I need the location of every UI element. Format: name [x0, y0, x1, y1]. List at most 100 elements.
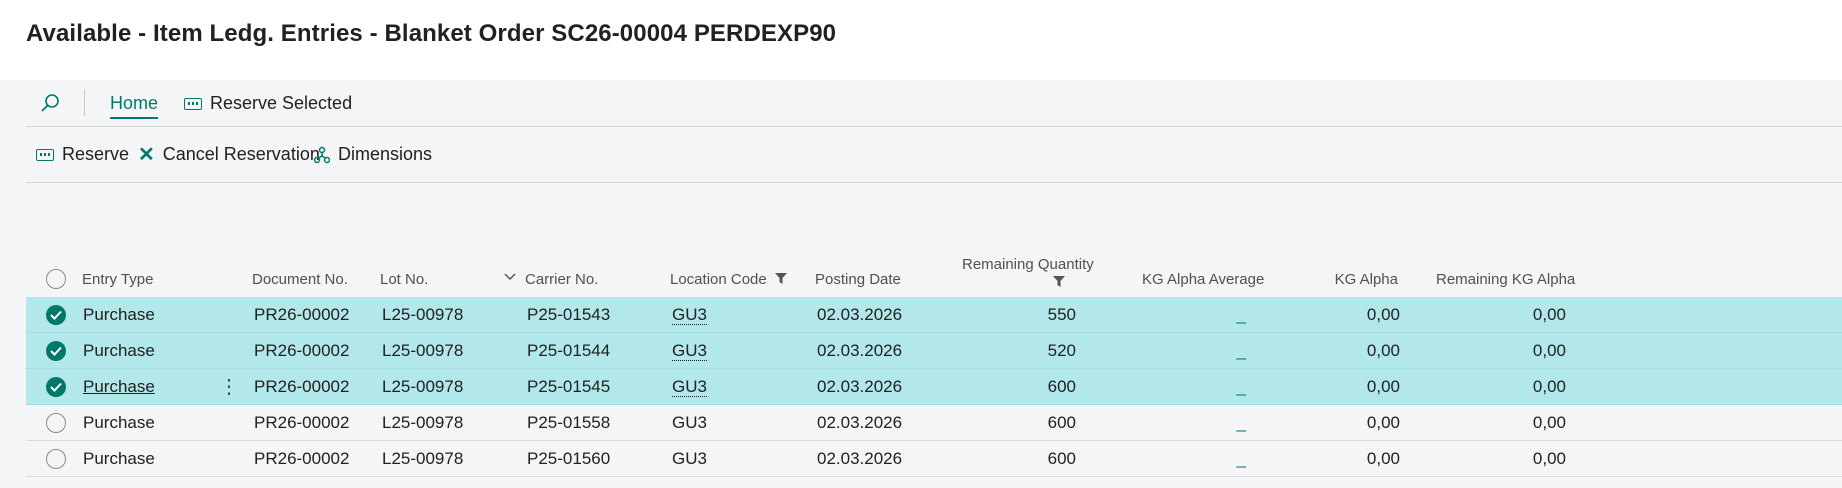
reserve-button[interactable]: Reserve: [36, 144, 129, 165]
lot-no-value: L25-00978: [382, 449, 464, 468]
column-header-carrier-no[interactable]: Carrier No.: [525, 271, 598, 288]
column-header-lot-no[interactable]: Lot No.: [380, 271, 428, 288]
content-area: Home Reserve Selected Reserve ✕ Cancel R…: [0, 80, 1842, 488]
document-no-cell: PR26-00002: [254, 305, 349, 325]
reserve-icon: [184, 97, 202, 110]
search-button[interactable]: [36, 90, 64, 118]
column-header-remaining-quantity[interactable]: Remaining Quantity: [962, 256, 1094, 292]
remaining-quantity-value: 600: [1047, 413, 1076, 432]
posting-date-value: 02.03.2026: [817, 377, 903, 396]
column-header-remaining-kg-alpha[interactable]: Remaining KG Alpha: [1436, 271, 1575, 288]
row-select-checkbox[interactable]: [46, 305, 66, 325]
row-menu-icon[interactable]: ⋮: [219, 374, 239, 399]
remaining-quantity-value: 600: [1047, 377, 1076, 396]
entry-type-cell: Purchase: [83, 341, 155, 361]
location-code-value: GU3: [672, 377, 707, 397]
location-code-value: GU3: [672, 449, 707, 468]
kg-alpha-value: 0,00: [1366, 341, 1400, 360]
kg-alpha-cell: 0,00: [1326, 449, 1400, 469]
row-select-checkbox[interactable]: [46, 377, 66, 397]
filter-icon: [774, 273, 787, 284]
remaining-quantity-cell: 600: [976, 449, 1076, 469]
page-title: Available - Item Ledg. Entries - Blanket…: [26, 20, 837, 47]
carrier-no-cell: P25-01543: [527, 305, 610, 325]
posting-date-cell: 02.03.2026: [817, 341, 902, 361]
remaining-quantity-value: 550: [1047, 305, 1076, 324]
location-code-value: GU3: [672, 305, 707, 325]
select-all-checkbox[interactable]: [46, 269, 66, 289]
remaining-quantity-cell: 550: [976, 305, 1076, 325]
location-code-cell[interactable]: GU3: [672, 377, 707, 397]
remaining-kg-alpha-value: 0,00: [1532, 413, 1566, 432]
kg-alpha-average-cell[interactable]: _: [1176, 377, 1246, 397]
chevron-down-icon[interactable]: [504, 269, 516, 285]
check-icon: [50, 382, 62, 392]
kg-alpha-average-value: _: [1236, 341, 1246, 360]
kg-alpha-value: 0,00: [1366, 377, 1400, 396]
column-header-entry-type[interactable]: Entry Type: [82, 271, 153, 288]
table-row[interactable]: Purchase PR26-00002 L25-00978 P25-01560 GU3 0…: [26, 441, 1842, 477]
remaining-kg-alpha-value: 0,00: [1532, 449, 1566, 468]
carrier-no-value: P25-01543: [527, 305, 611, 324]
table-row[interactable]: Purchase ⋮ PR26-00002 L25-00978 P25-01545 GU3…: [26, 369, 1842, 405]
posting-date-value: 02.03.2026: [817, 449, 903, 468]
remaining-kg-alpha-cell: 0,00: [1466, 377, 1566, 397]
document-no-cell: PR26-00002: [254, 413, 349, 433]
lot-no-cell: L25-00978: [382, 449, 463, 469]
kg-alpha-value: 0,00: [1366, 305, 1400, 324]
carrier-no-value: P25-01560: [527, 449, 611, 468]
nav-bar: Home Reserve Selected: [26, 80, 1842, 127]
lot-no-value: L25-00978: [382, 341, 464, 360]
column-header-location-code[interactable]: Location Code: [670, 271, 788, 288]
reserve-selected-button[interactable]: Reserve Selected: [184, 93, 352, 114]
column-header-document-no[interactable]: Document No.: [252, 271, 348, 288]
remaining-kg-alpha-cell: 0,00: [1466, 449, 1566, 469]
document-no-value: PR26-00002: [254, 377, 350, 396]
tab-home[interactable]: Home: [110, 93, 159, 119]
location-code-cell[interactable]: GU3: [672, 341, 707, 361]
table-row[interactable]: Purchase PR26-00002 L25-00978 P25-01543 GU3 0…: [26, 297, 1842, 333]
kg-alpha-value: 0,00: [1366, 449, 1400, 468]
table-row[interactable]: Purchase PR26-00002 L25-00978 P25-01558 GU3 0…: [26, 405, 1842, 441]
entry-type-cell: Purchase: [83, 305, 155, 325]
tab-home-underline: [110, 117, 159, 119]
kg-alpha-average-cell[interactable]: _: [1176, 341, 1246, 361]
location-code-value: GU3: [672, 413, 707, 432]
entry-type-value: Purchase: [83, 449, 155, 468]
location-code-label: Location Code: [670, 271, 767, 288]
carrier-no-value: P25-01545: [527, 377, 611, 396]
column-header-kg-alpha[interactable]: KG Alpha: [1326, 271, 1398, 288]
location-code-cell[interactable]: GU3: [672, 305, 707, 325]
column-header-kg-alpha-average[interactable]: KG Alpha Average: [1142, 271, 1264, 288]
remaining-kg-alpha-value: 0,00: [1532, 377, 1566, 396]
remaining-kg-alpha-value: 0,00: [1532, 341, 1566, 360]
kg-alpha-cell: 0,00: [1326, 341, 1400, 361]
kg-alpha-average-cell[interactable]: _: [1176, 305, 1246, 325]
search-icon: [41, 94, 59, 112]
kg-alpha-average-cell[interactable]: _: [1176, 413, 1246, 433]
row-select-checkbox[interactable]: [46, 449, 66, 469]
table-row[interactable]: Purchase PR26-00002 L25-00978 P25-01544 GU3 0…: [26, 333, 1842, 369]
kg-alpha-average-cell[interactable]: _: [1176, 449, 1246, 469]
cancel-reservation-button[interactable]: ✕ Cancel Reservation: [138, 144, 320, 165]
carrier-no-cell: P25-01545: [527, 377, 610, 397]
column-header-posting-date[interactable]: Posting Date: [815, 271, 901, 288]
row-select-checkbox[interactable]: [46, 413, 66, 433]
lot-no-value: L25-00978: [382, 377, 464, 396]
entry-type-cell: Purchase: [83, 377, 155, 397]
carrier-no-cell: P25-01558: [527, 413, 610, 433]
location-code-cell: GU3: [672, 413, 707, 433]
entry-type-value: Purchase: [83, 377, 155, 396]
kg-alpha-cell: 0,00: [1326, 305, 1400, 325]
entry-type-value: Purchase: [83, 305, 155, 324]
kg-alpha-average-value: _: [1236, 377, 1246, 396]
kg-alpha-average-value: _: [1236, 413, 1246, 432]
document-no-cell: PR26-00002: [254, 449, 349, 469]
remaining-quantity-label: Remaining Quantity: [962, 256, 1094, 273]
row-select-checkbox[interactable]: [46, 341, 66, 361]
document-no-cell: PR26-00002: [254, 341, 349, 361]
dimensions-icon: [314, 146, 330, 163]
dimensions-button[interactable]: Dimensions: [314, 144, 432, 165]
carrier-no-cell: P25-01544: [527, 341, 610, 361]
lot-no-cell: L25-00978: [382, 377, 463, 397]
